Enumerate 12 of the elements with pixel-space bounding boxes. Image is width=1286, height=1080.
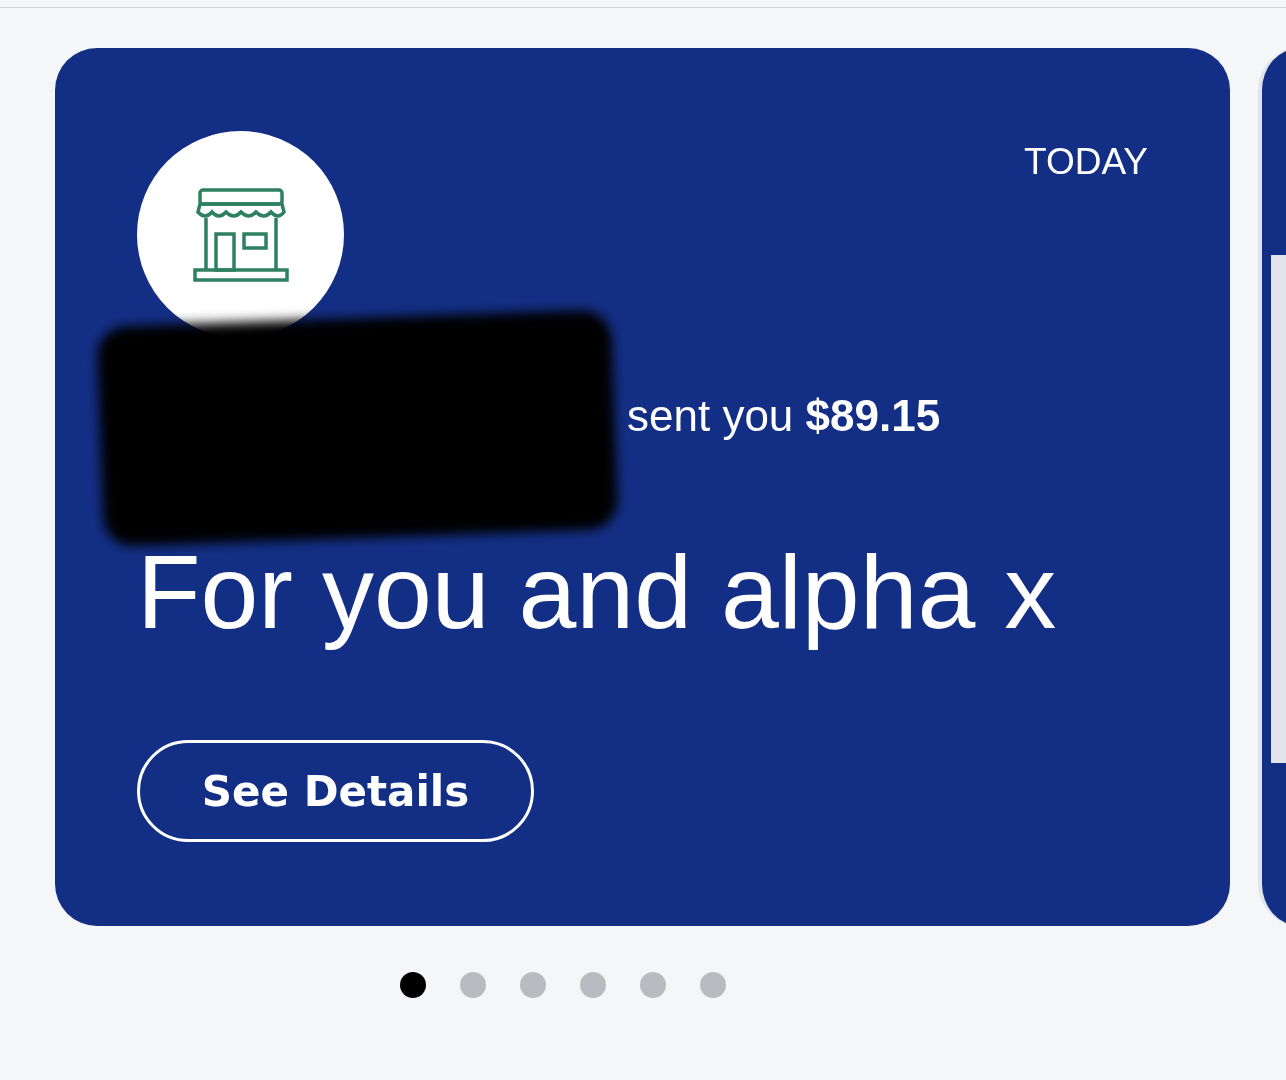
- payment-card[interactable]: TODAY sent you $89.15 For you and alpha x See Details: [55, 48, 1230, 926]
- carousel-dot[interactable]: [460, 972, 486, 998]
- see-details-button[interactable]: See Details: [137, 740, 534, 842]
- payment-message: sent you $89.15: [626, 391, 942, 441]
- carousel-dot[interactable]: [640, 972, 666, 998]
- carousel-dot[interactable]: [580, 972, 606, 998]
- carousel-dot[interactable]: [700, 972, 726, 998]
- carousel-dot[interactable]: [400, 972, 426, 998]
- date-label: TODAY: [1023, 141, 1148, 183]
- store-icon: [191, 185, 290, 284]
- payment-note: For you and alpha x: [137, 533, 1058, 652]
- carousel-dot[interactable]: [520, 972, 546, 998]
